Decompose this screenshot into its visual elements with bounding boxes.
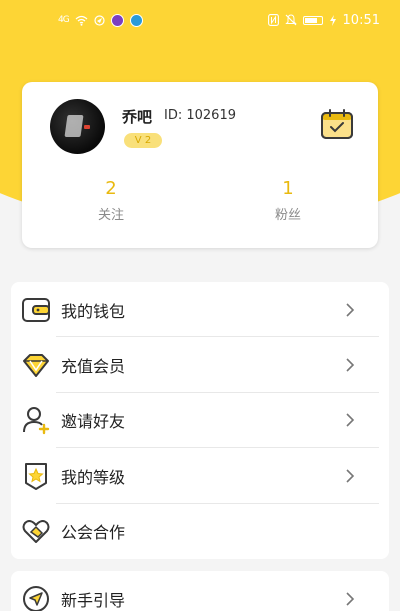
fans-label: 粉丝 xyxy=(274,208,301,223)
follow-stat[interactable]: 2 关注 xyxy=(51,178,171,223)
menu-card-secondary: 新手引导 xyxy=(11,571,389,611)
chevron-right-icon xyxy=(346,469,355,483)
menu-item-label: 邀请好友 xyxy=(61,412,126,432)
menu-item-guild-cooperation[interactable]: 公会合作 xyxy=(11,504,389,559)
chevron-right-icon xyxy=(346,413,355,428)
mute-icon xyxy=(284,14,297,26)
menu-item-label: 充值会员 xyxy=(61,357,126,377)
chevron-right-icon xyxy=(346,592,355,606)
follow-count: 2 xyxy=(105,178,117,199)
battery-icon xyxy=(302,15,323,25)
location-icon xyxy=(94,14,105,26)
menu-item-label: 我的钱包 xyxy=(61,301,126,321)
app-notification-icon-2 xyxy=(129,13,143,27)
navigation-icon xyxy=(23,585,49,611)
app-notification-icon xyxy=(110,13,124,27)
calendar-checkin-icon[interactable] xyxy=(320,108,354,140)
follow-label: 关注 xyxy=(97,208,124,223)
user-id: ID: 102619 xyxy=(164,108,236,123)
charging-icon xyxy=(329,14,336,26)
level-badge: V 2 xyxy=(124,133,162,148)
menu-item-beginner-guide[interactable]: 新手引导 xyxy=(11,571,389,611)
wifi-icon xyxy=(75,15,88,26)
menu-item-my-level[interactable]: 我的等级 xyxy=(11,448,389,504)
menu-card: 我的钱包 充值会员 邀请好友 我的等级 公会合作 xyxy=(11,282,389,559)
menu-item-label: 我的等级 xyxy=(61,467,126,487)
status-time: 10:51 xyxy=(342,12,380,28)
chevron-right-icon xyxy=(346,358,355,372)
avatar[interactable] xyxy=(50,99,105,154)
status-right: 10:51 xyxy=(267,12,380,28)
profile-card: 乔吧 ID: 102619 V 2 2 关注 1 粉丝 xyxy=(22,82,378,248)
diamond-icon xyxy=(23,354,49,378)
signal-icon: 4G xyxy=(58,15,70,25)
status-bar: 4G 10:51 xyxy=(0,0,400,40)
add-friend-icon xyxy=(23,407,50,435)
fans-count: 1 xyxy=(282,178,294,199)
nickname: 乔吧 xyxy=(122,108,153,126)
chevron-right-icon xyxy=(346,303,355,317)
handshake-heart-icon xyxy=(22,520,50,544)
fans-stat[interactable]: 1 粉丝 xyxy=(228,178,348,223)
nfc-icon xyxy=(267,14,279,26)
status-left: 4G xyxy=(58,13,143,27)
level-star-icon xyxy=(25,462,47,490)
menu-item-label: 公会合作 xyxy=(61,523,126,543)
menu-item-wallet[interactable]: 我的钱包 xyxy=(11,282,389,338)
menu-item-vip-recharge[interactable]: 充值会员 xyxy=(11,337,389,393)
menu-item-invite-friends[interactable]: 邀请好友 xyxy=(11,393,389,449)
wallet-icon xyxy=(22,297,50,322)
menu-item-label: 新手引导 xyxy=(61,590,126,610)
